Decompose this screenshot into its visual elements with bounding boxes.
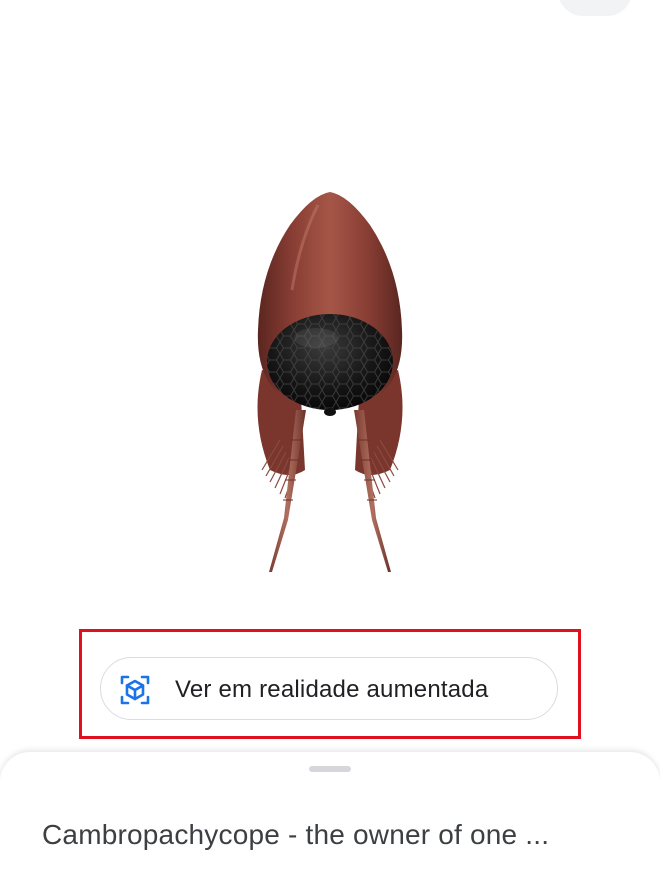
sheet-drag-handle[interactable] (309, 766, 351, 772)
bottom-sheet[interactable]: Cambropachycope - the owner of one ... (0, 752, 660, 880)
cambropachycope-model-image (257, 192, 403, 572)
view-in-ar-label: Ver em realidade aumentada (175, 676, 489, 703)
ar-cube-icon (119, 674, 151, 706)
3d-model-viewer[interactable] (0, 0, 660, 620)
view-in-ar-button[interactable]: Ver em realidade aumentada (100, 657, 558, 720)
page: Ver em realidade aumentada Cambropachyco… (0, 0, 660, 880)
sheet-title[interactable]: Cambropachycope - the owner of one ... (42, 819, 549, 851)
